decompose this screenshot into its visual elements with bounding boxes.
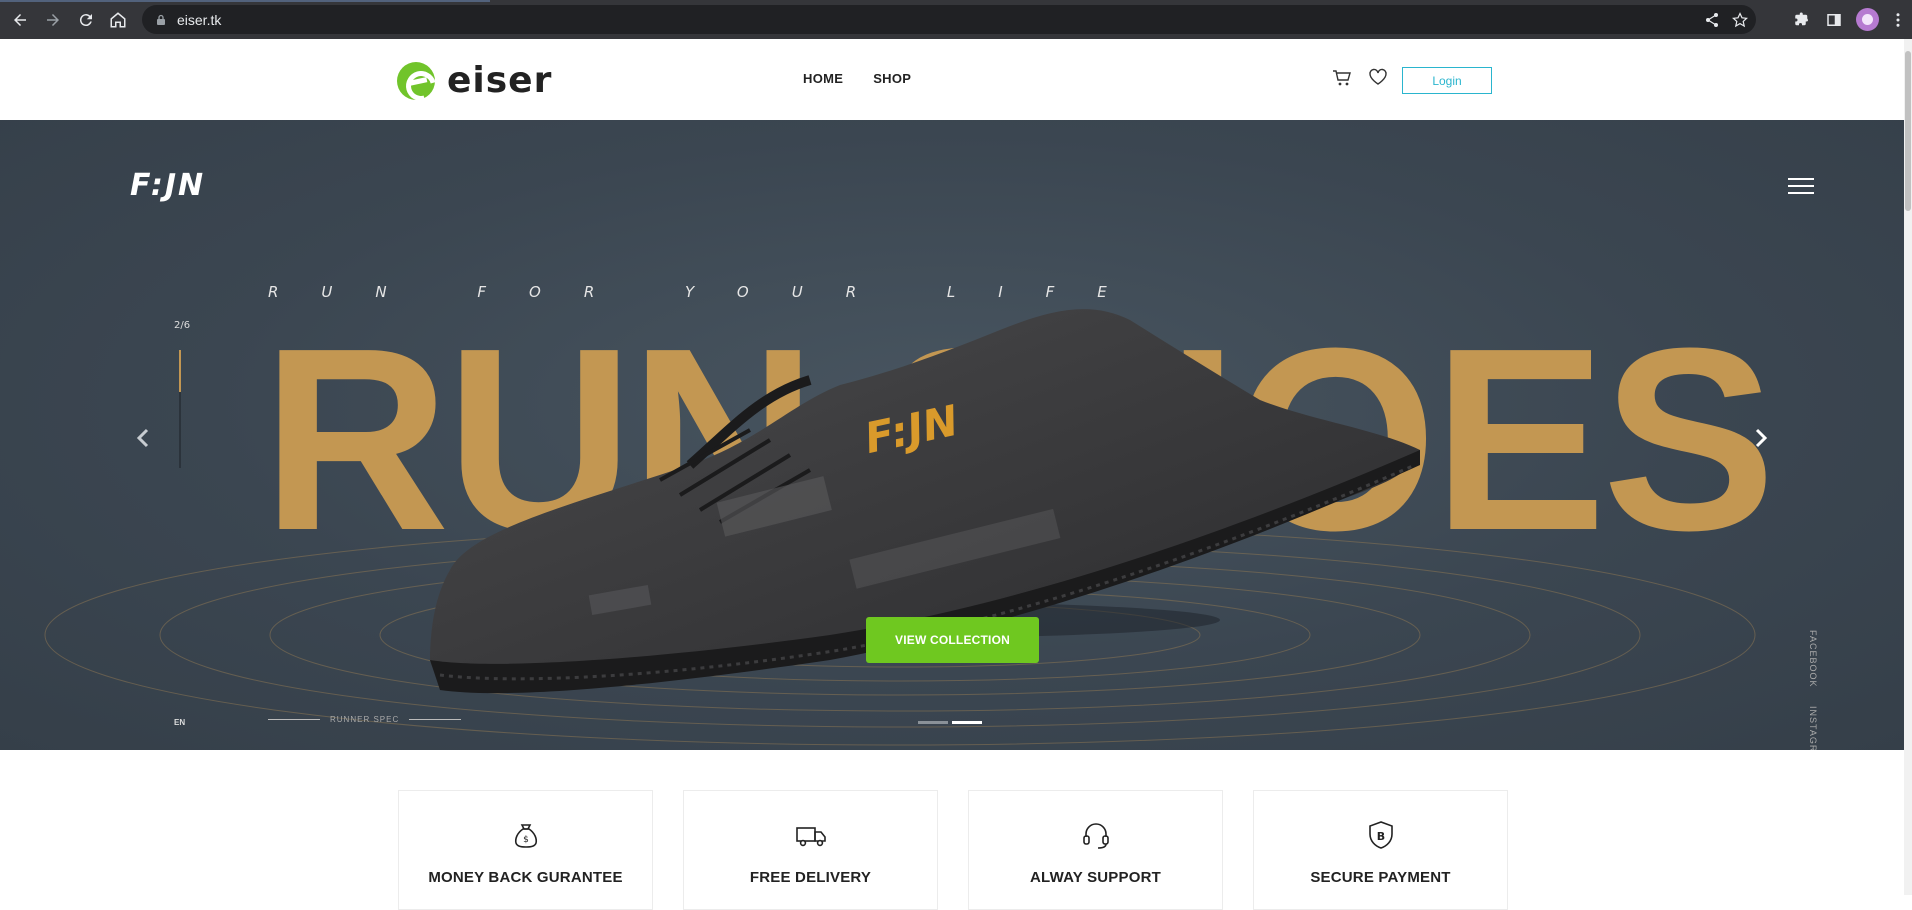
site-logo[interactable]: eiser bbox=[397, 60, 552, 101]
next-slide-arrow-icon[interactable] bbox=[1750, 424, 1772, 452]
side-panel-button[interactable] bbox=[1820, 6, 1848, 34]
shoe-image: F:JN bbox=[430, 309, 1420, 694]
puzzle-icon bbox=[1795, 12, 1808, 26]
feature-title: ALWAY SUPPORT bbox=[1030, 869, 1161, 886]
feature-title: SECURE PAYMENT bbox=[1310, 869, 1451, 886]
extensions-button[interactable] bbox=[1788, 6, 1816, 34]
slide-dot[interactable] bbox=[918, 721, 948, 724]
url-text: eiser.tk bbox=[177, 11, 222, 28]
feature-title: MONEY BACK GURANTEE bbox=[428, 869, 623, 886]
prev-slide-arrow-icon[interactable] bbox=[132, 424, 154, 452]
browser-menu-button[interactable] bbox=[1884, 6, 1912, 34]
logo-text: eiser bbox=[447, 60, 553, 101]
slide-dot-active[interactable] bbox=[952, 721, 982, 724]
home-icon bbox=[110, 12, 126, 28]
browser-toolbar: eiser.tk bbox=[0, 0, 1912, 39]
side-panel-icon bbox=[1827, 14, 1841, 26]
heart-icon[interactable] bbox=[1368, 68, 1388, 86]
facebook-link: FACEBOOK bbox=[1808, 630, 1818, 688]
slide-indicators bbox=[918, 721, 982, 724]
slide-progress bbox=[179, 350, 181, 468]
forward-arrow-icon bbox=[47, 14, 59, 26]
svg-text:$: $ bbox=[523, 835, 529, 845]
feature-card: B SECURE PAYMENT bbox=[1253, 790, 1508, 910]
loading-bar bbox=[0, 0, 490, 2]
feature-card: ALWAY SUPPORT bbox=[968, 790, 1223, 910]
login-button[interactable]: Login bbox=[1402, 67, 1492, 94]
site-header: eiser HOME SHOP Login bbox=[0, 39, 1904, 120]
reload-button[interactable] bbox=[72, 6, 100, 34]
runner-spec-nav: RUNNER SPEC bbox=[268, 715, 462, 724]
view-collection-button[interactable]: VIEW COLLECTION bbox=[866, 617, 1039, 663]
logo-e-icon bbox=[397, 61, 435, 100]
bookmark-star-icon[interactable] bbox=[1732, 11, 1748, 28]
feature-card: $ MONEY BACK GURANTEE bbox=[398, 790, 653, 910]
social-links: FACEBOOK INSTAGRAM bbox=[1808, 630, 1818, 750]
kebab-menu-icon bbox=[1896, 13, 1900, 27]
feature-title: FREE DELIVERY bbox=[749, 869, 872, 886]
nav-home[interactable]: HOME bbox=[803, 71, 843, 86]
money-bag-icon: $ bbox=[514, 824, 537, 848]
shield-bitcoin-icon: B bbox=[1368, 821, 1393, 849]
feature-list: $ MONEY BACK GURANTEE FREE DELIVERY ALWA… bbox=[398, 790, 1508, 910]
profile-avatar[interactable] bbox=[1856, 8, 1879, 31]
nav-shop[interactable]: SHOP bbox=[873, 71, 911, 86]
hero-slider: F:JN RUN FOR YOUR LIFE RUN SHOES 2/6 F:J… bbox=[0, 120, 1904, 750]
instagram-link: INSTAGRAM bbox=[1808, 705, 1818, 750]
back-arrow-icon bbox=[14, 14, 26, 26]
page-scrollbar[interactable] bbox=[1904, 39, 1912, 895]
forward-button[interactable] bbox=[39, 6, 67, 34]
truck-icon bbox=[795, 827, 826, 847]
language-selector: EN bbox=[174, 718, 186, 727]
lock-icon bbox=[157, 14, 165, 25]
cart-icon[interactable] bbox=[1332, 69, 1352, 87]
main-nav: HOME SHOP bbox=[803, 71, 911, 86]
slide-counter: 2/6 bbox=[174, 320, 191, 331]
home-button[interactable] bbox=[104, 6, 132, 34]
share-icon[interactable] bbox=[1704, 12, 1720, 28]
runner-spec-label: RUNNER SPEC bbox=[330, 715, 400, 724]
reload-icon bbox=[79, 14, 92, 27]
headset-icon bbox=[1082, 823, 1109, 849]
address-bar[interactable]: eiser.tk bbox=[142, 5, 1756, 34]
svg-text:B: B bbox=[1376, 830, 1384, 843]
back-button[interactable] bbox=[6, 6, 34, 34]
fun-brand-logo: F:JN bbox=[130, 168, 206, 203]
hamburger-menu-icon[interactable] bbox=[1788, 178, 1814, 194]
feature-card: FREE DELIVERY bbox=[683, 790, 938, 910]
